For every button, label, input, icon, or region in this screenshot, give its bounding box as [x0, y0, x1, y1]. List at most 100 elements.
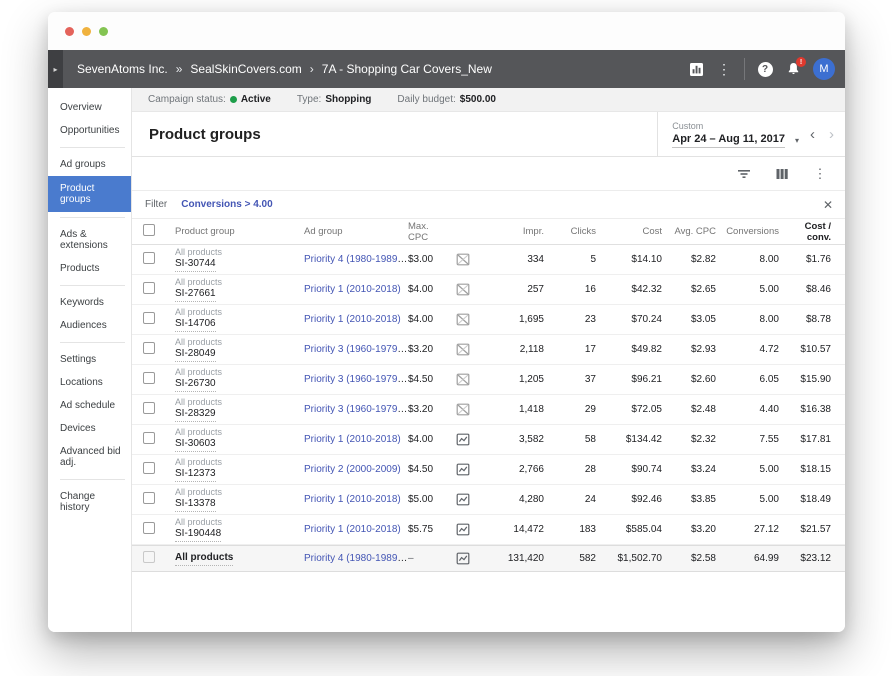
chart-toggle[interactable] [456, 493, 470, 506]
product-group-id[interactable]: SI-30603 [175, 438, 216, 452]
sidebar-item-product-groups[interactable]: Product groups [48, 176, 131, 212]
col-clicks[interactable]: Clicks [544, 226, 596, 237]
filter-button[interactable] [733, 163, 755, 185]
col-cost[interactable]: Cost [596, 226, 662, 237]
close-icon[interactable]: ✕ [823, 198, 833, 212]
chart-toggle[interactable] [456, 373, 470, 386]
ad-group-link[interactable]: Priority 3 (1960-1979&1990-… [304, 344, 408, 355]
ad-group-link[interactable]: Priority 2 (2000-2009) [304, 464, 401, 475]
ad-group-link[interactable]: Priority 1 (2010-2018) [304, 434, 401, 445]
chart-toggle[interactable] [456, 313, 470, 326]
window-minimize-icon[interactable] [82, 27, 91, 36]
window-zoom-icon[interactable] [99, 27, 108, 36]
sidebar-item-advanced-bid-adj[interactable]: Advanced bid adj. [48, 440, 131, 474]
max-cpc-value[interactable]: $3.20 [408, 404, 450, 415]
window-close-icon[interactable] [65, 27, 74, 36]
col-conversions[interactable]: Conversions [716, 226, 779, 237]
ad-group-link[interactable]: Priority 1 (2010-2018) [304, 314, 401, 325]
breadcrumb-site[interactable]: SealSkinCovers.com [190, 62, 301, 76]
col-product-group[interactable]: Product group [168, 226, 304, 237]
row-checkbox[interactable] [143, 252, 155, 264]
ad-group-link[interactable]: Priority 4 (1980-1989 & other… [304, 553, 408, 564]
date-range-value[interactable]: Apr 24 – Aug 11, 2017 [672, 133, 785, 148]
row-checkbox[interactable] [143, 462, 155, 474]
sidebar-item-change-history[interactable]: Change history [48, 485, 131, 519]
date-range-picker[interactable]: Custom Apr 24 – Aug 11, 2017 ▾ ‹ › [657, 112, 845, 156]
ad-group-link[interactable]: Priority 1 (2010-2018) [304, 284, 401, 295]
sidebar-item-locations[interactable]: Locations [48, 371, 131, 394]
sidebar-item-ad-groups[interactable]: Ad groups [48, 153, 131, 176]
ad-group-link[interactable]: Priority 4 (1980-1989 & other… [304, 254, 408, 265]
row-checkbox[interactable] [143, 282, 155, 294]
row-checkbox[interactable] [143, 522, 155, 534]
row-checkbox[interactable] [143, 342, 155, 354]
product-group-id[interactable]: SI-14706 [175, 318, 216, 332]
product-group-id[interactable]: SI-28049 [175, 348, 216, 362]
help-button[interactable]: ? [751, 55, 779, 83]
max-cpc-value[interactable]: $5.00 [408, 494, 450, 505]
product-group-id[interactable]: SI-12373 [175, 468, 216, 482]
max-cpc-value[interactable]: – [408, 553, 450, 564]
max-cpc-value[interactable]: $4.00 [408, 314, 450, 325]
col-avg-cpc[interactable]: Avg. CPC [662, 226, 716, 237]
sidebar-item-audiences[interactable]: Audiences [48, 314, 131, 337]
table-more-button[interactable]: ⋮ [809, 163, 831, 185]
product-group-id[interactable]: SI-28329 [175, 408, 216, 422]
max-cpc-value[interactable]: $3.00 [408, 254, 450, 265]
chart-toggle[interactable] [456, 463, 470, 476]
max-cpc-value[interactable]: $4.50 [408, 374, 450, 385]
ad-group-link[interactable]: Priority 1 (2010-2018) [304, 494, 401, 505]
product-group-id[interactable]: SI-30744 [175, 258, 216, 272]
reports-button[interactable] [682, 55, 710, 83]
max-cpc-value[interactable]: $5.75 [408, 524, 450, 535]
row-checkbox[interactable] [143, 492, 155, 504]
row-checkbox[interactable] [143, 432, 155, 444]
product-group-id[interactable]: SI-190448 [175, 528, 221, 542]
product-group-id[interactable]: SI-27661 [175, 288, 216, 302]
select-all-checkbox[interactable] [143, 224, 155, 236]
max-cpc-value[interactable]: $3.20 [408, 344, 450, 355]
ad-group-link[interactable]: Priority 3 (1960-1979&1990-… [304, 404, 408, 415]
sidebar-item-ads-extensions[interactable]: Ads & extensions [48, 223, 131, 257]
row-checkbox[interactable] [143, 312, 155, 324]
date-next-button[interactable]: › [826, 127, 837, 142]
sidebar-item-products[interactable]: Products [48, 257, 131, 280]
sidebar-item-overview[interactable]: Overview [48, 96, 131, 119]
chart-toggle[interactable] [456, 433, 470, 446]
columns-button[interactable] [771, 163, 793, 185]
sidebar-item-opportunities[interactable]: Opportunities [48, 119, 131, 142]
product-group-id[interactable]: SI-26730 [175, 378, 216, 392]
product-group-id[interactable]: SI-13378 [175, 498, 216, 512]
chart-toggle[interactable] [456, 523, 470, 536]
col-cost-conv[interactable]: Cost / conv. [779, 221, 839, 243]
chevron-down-icon[interactable]: ▾ [795, 136, 799, 145]
breadcrumb-campaign[interactable]: 7A - Shopping Car Covers_New [322, 62, 492, 76]
col-impr[interactable]: Impr. [476, 226, 544, 237]
col-max-cpc[interactable]: Max. CPC [408, 221, 450, 243]
sidebar-item-keywords[interactable]: Keywords [48, 291, 131, 314]
sidebar-item-devices[interactable]: Devices [48, 417, 131, 440]
notifications-button[interactable]: ! [779, 55, 807, 83]
col-ad-group[interactable]: Ad group [304, 226, 408, 237]
chart-toggle[interactable] [456, 283, 470, 296]
appbar-more-button[interactable]: ⋮ [710, 55, 738, 83]
max-cpc-value[interactable]: $4.50 [408, 464, 450, 475]
chart-toggle[interactable] [456, 343, 470, 356]
row-checkbox[interactable] [143, 402, 155, 414]
ad-group-link[interactable]: Priority 3 (1960-1979&1990-… [304, 374, 408, 385]
chart-toggle[interactable] [456, 403, 470, 416]
chart-toggle[interactable] [456, 552, 470, 565]
nav-expand-button[interactable]: ▸ [48, 50, 63, 88]
filter-chip-conversions[interactable]: Conversions > 4.00 [181, 199, 272, 210]
ad-group-link[interactable]: Priority 1 (2010-2018) [304, 524, 401, 535]
product-group-name[interactable]: All products [175, 552, 233, 566]
sidebar-item-ad-schedule[interactable]: Ad schedule [48, 394, 131, 417]
max-cpc-value[interactable]: $4.00 [408, 434, 450, 445]
sidebar-item-settings[interactable]: Settings [48, 348, 131, 371]
row-checkbox[interactable] [143, 372, 155, 384]
chart-toggle[interactable] [456, 253, 470, 266]
max-cpc-value[interactable]: $4.00 [408, 284, 450, 295]
row-checkbox[interactable] [143, 551, 155, 563]
breadcrumb-account[interactable]: SevenAtoms Inc. [77, 62, 168, 76]
account-avatar[interactable]: M [813, 58, 835, 80]
